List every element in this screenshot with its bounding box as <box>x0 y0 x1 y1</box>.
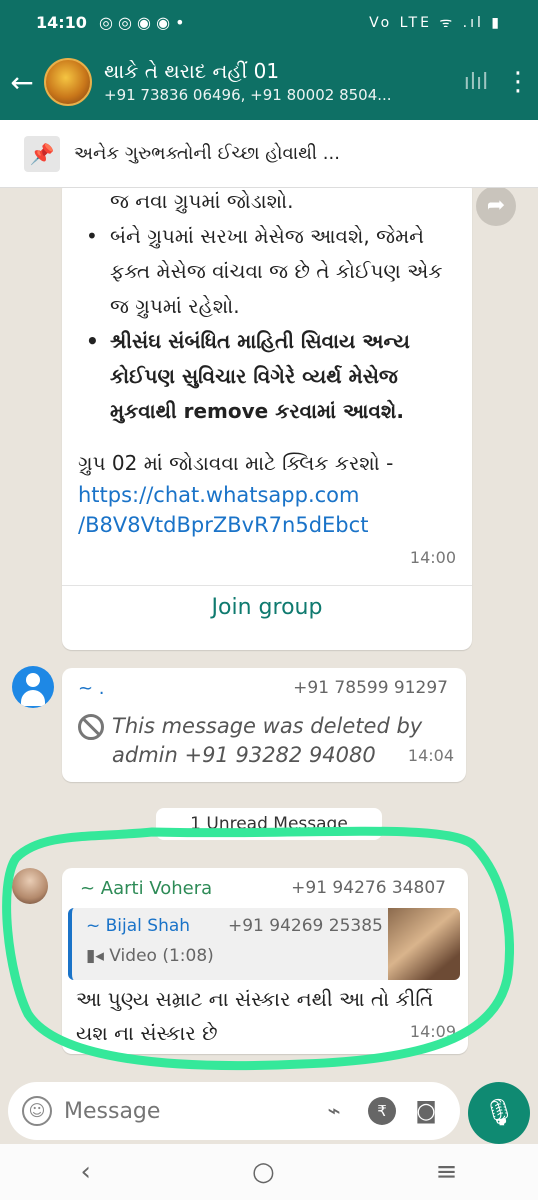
bullet-text: શ્રીસંઘ સંબંધિત માહિતી સિવાય અન્ય કોઈપણ … <box>110 329 410 423</box>
chat-header: ← થાકે તે થરાદ નહીં 01 +91 73836 06496, … <box>0 44 538 120</box>
sender-name[interactable]: ~ Aarti Vohera <box>80 878 212 899</box>
sender-phone: +91 78599 91297 <box>293 678 448 698</box>
system-nav-bar: ‹ ○ ≡ <box>0 1144 538 1200</box>
sender-phone: +91 94276 34807 <box>291 878 446 898</box>
list-item: • બંને ગ્રુપમાં સરખા મેસેજ આવશે, જેમને ફક… <box>86 224 443 318</box>
message-input[interactable] <box>64 1098 274 1124</box>
message-bubble[interactable]: જ નવા ગ્રુપમાં જોડાશો. • બંને ગ્રુપમાં સર… <box>62 188 472 650</box>
pinned-message-text: અનેક ગુરુભક્તોની ઈચ્છા હોવાથી ... <box>74 143 340 164</box>
sender-name[interactable]: ~ . <box>78 678 105 699</box>
unread-divider: 1 Unread Message <box>156 808 382 840</box>
payment-icon[interactable]: ₹ <box>368 1097 396 1125</box>
status-time: 14:10 <box>36 12 87 32</box>
message-text: જ નવા ગ્રુપમાં જોડાશો. <box>110 189 294 213</box>
emoji-icon[interactable]: ☺ <box>22 1096 52 1126</box>
pin-icon: 📌 <box>24 135 60 172</box>
nav-back-icon[interactable]: ‹ <box>81 1157 91 1187</box>
more-options-icon[interactable]: ⋮ <box>498 67 538 97</box>
message-text: આ પુણ્ય સમ્રાટ ના સંસ્કાર નથી આ તો કીર્ત… <box>76 987 434 1045</box>
camera-icon[interactable]: ◙ <box>406 1099 446 1124</box>
divider <box>62 585 472 586</box>
message-bubble[interactable]: ~ Aarti Vohera +91 94276 34807 ~ Bijal S… <box>62 868 468 1054</box>
invite-link[interactable]: https://chat.whatsapp.com <box>78 480 456 510</box>
message-time: 14:09 <box>409 1022 456 1041</box>
quoted-sender: ~ Bijal Shah <box>86 916 191 936</box>
mic-icon[interactable]: 🎙 <box>468 1082 530 1144</box>
user-avatar-icon[interactable] <box>12 666 54 708</box>
group-title: થાકે તે થરાદ નહીં 01 <box>104 59 280 83</box>
invite-link[interactable]: /B8V8VtdBprZBvR7n5dEbct <box>78 510 456 540</box>
quoted-message[interactable]: ~ Bijal Shah +91 94269 25385 ▮◂ Video (1… <box>68 908 460 980</box>
bullet-text: બંને ગ્રુપમાં સરખા મેસેજ આવશે, જેમને ફક્… <box>110 224 443 318</box>
nav-home-icon[interactable]: ○ <box>252 1157 275 1187</box>
message-text: ગ્રુપ 02 માં જોડાવવા માટે ક્લિક કરશો - <box>78 451 394 475</box>
group-members: +91 73836 06496, +91 80002 8504... <box>104 86 392 104</box>
message-bubble[interactable]: ~ . +91 78599 91297 This message was del… <box>62 668 466 782</box>
quoted-phone: +91 94269 25385 <box>228 916 383 936</box>
composer-field[interactable]: ☺ ⌁ ₹ ◙ <box>8 1082 460 1140</box>
message-time: 14:00 <box>409 548 456 567</box>
system-icons: Vo LTE ᯤ .ıl ▮ <box>369 14 502 31</box>
voice-chat-icon[interactable]: ılıl <box>454 70 498 95</box>
video-thumbnail <box>388 908 460 980</box>
status-bar: 14:10 ◎ ◎ ◉ ◉ • Vo LTE ᯤ .ıl ▮ <box>0 0 538 44</box>
composer-bar: ☺ ⌁ ₹ ◙ 🎙 <box>0 1080 538 1144</box>
nav-recents-icon[interactable]: ≡ <box>436 1157 458 1187</box>
forward-icon[interactable]: ➦ <box>476 188 516 226</box>
attach-icon[interactable]: ⌁ <box>314 1099 354 1124</box>
message-time: 14:04 <box>407 746 454 765</box>
avatar[interactable] <box>12 868 48 904</box>
pinned-message-bar[interactable]: 📌 અનેક ગુરુભક્તોની ઈચ્છા હોવાથી ... <box>0 120 538 188</box>
quoted-media: ▮◂ Video (1:08) <box>86 946 214 966</box>
video-icon: ▮◂ <box>86 946 110 966</box>
join-group-button[interactable]: Join group <box>62 595 472 620</box>
notification-icons: ◎ ◎ ◉ ◉ • <box>98 12 185 32</box>
quoted-media-label: Video (1:08) <box>109 946 214 966</box>
group-info[interactable]: થાકે તે થરાદ નહીં 01 +91 73836 06496, +9… <box>104 58 434 106</box>
blocked-icon <box>78 714 104 740</box>
back-arrow-icon[interactable]: ← <box>0 66 44 99</box>
list-item: • શ્રીસંઘ સંબંધિત માહિતી સિવાય અન્ય કોઈપણ… <box>86 329 410 423</box>
chat-area: જ નવા ગ્રુપમાં જોડાશો. • બંને ગ્રુપમાં સર… <box>0 188 538 1080</box>
group-avatar[interactable] <box>44 58 92 106</box>
